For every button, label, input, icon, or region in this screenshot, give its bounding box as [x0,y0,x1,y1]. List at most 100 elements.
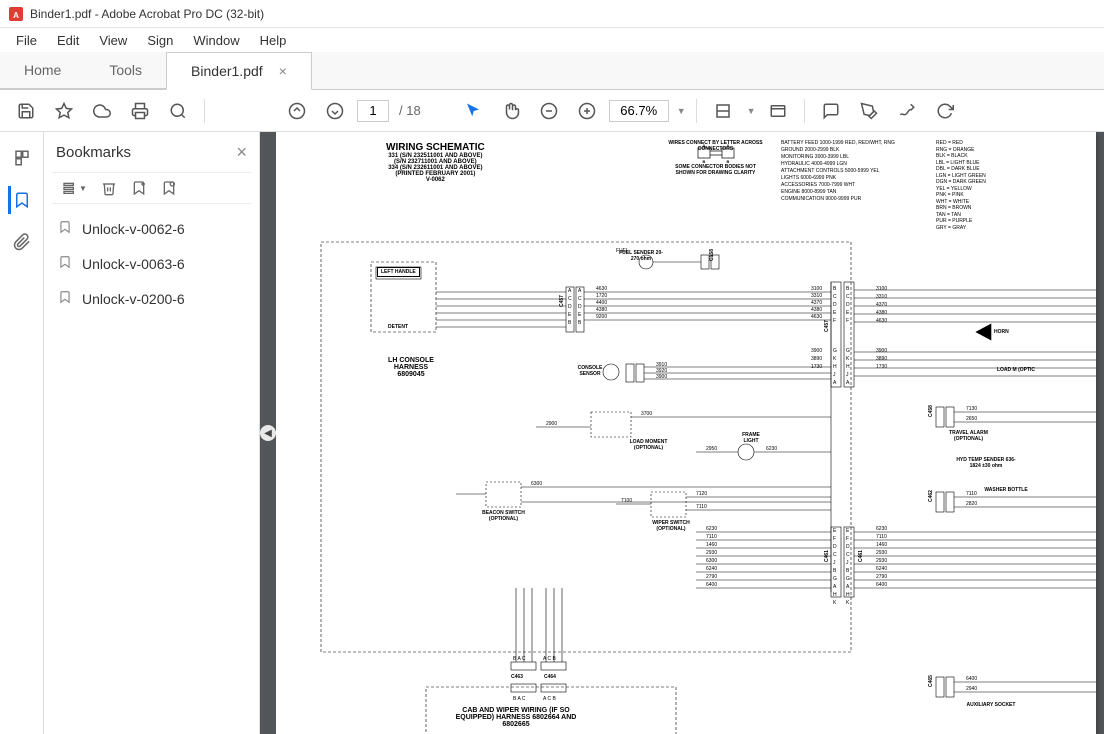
svg-text:E: E [833,528,837,534]
menu-sign[interactable]: Sign [139,31,181,50]
bookmark-label: Unlock-v-0200-6 [82,291,185,307]
bookmark-item[interactable]: Unlock-v-0062-6 [52,216,251,241]
tab-document[interactable]: Binder1.pdf × [166,52,312,90]
fit-dropdown-icon[interactable]: ▼ [747,106,756,116]
document-viewport[interactable]: WIRING SCHEMATIC 331 (S/N 232511001 AND … [276,132,1104,734]
page-up-button[interactable] [281,95,313,127]
svg-text:A C B: A C B [543,696,556,702]
zoom-dropdown-icon[interactable]: ▼ [677,106,686,116]
svg-text:4630: 4630 [876,318,887,324]
page-number-input[interactable] [357,100,389,122]
svg-text:2900: 2900 [546,421,557,427]
svg-text:1720: 1720 [596,293,607,299]
svg-text:E: E [578,312,582,318]
menu-window[interactable]: Window [185,31,247,50]
attachments-button[interactable] [8,228,36,256]
zoom-out-button[interactable] [533,95,565,127]
comment-button[interactable] [815,95,847,127]
svg-text:4380: 4380 [596,307,607,313]
svg-text:K: K [846,600,850,606]
fit-width-button[interactable] [707,95,739,127]
tab-tools[interactable]: Tools [85,51,166,89]
svg-text:1460: 1460 [706,542,717,548]
svg-text:2940: 2940 [966,686,977,692]
menu-help[interactable]: Help [252,31,295,50]
svg-text:F: F [846,318,849,324]
svg-text:E: E [846,528,850,534]
highlight-button[interactable] [853,95,885,127]
save-button[interactable] [10,95,42,127]
bookmark-item[interactable]: Unlock-v-0200-6 [52,286,251,311]
svg-text:3100: 3100 [876,286,887,292]
svg-text:6230: 6230 [766,446,777,452]
tab-bar: Home Tools Binder1.pdf × [0,52,1104,90]
zoom-in-button[interactable] [571,95,603,127]
svg-text:7110: 7110 [876,534,887,540]
svg-text:6230: 6230 [706,526,717,532]
menu-file[interactable]: File [8,31,45,50]
tab-home[interactable]: Home [0,51,85,89]
hand-tool[interactable] [495,95,527,127]
svg-text:D: D [846,544,850,550]
bookmark-options-button[interactable]: ▼ [62,180,87,196]
svg-text:4380: 4380 [811,307,822,313]
bookmark-item[interactable]: Unlock-v-0063-6 [52,251,251,276]
left-rail [0,132,44,734]
collapse-handle[interactable]: ◀ [260,132,276,734]
tab-close-icon[interactable]: × [279,63,287,79]
svg-text:1730: 1730 [811,364,822,370]
svg-text:K: K [833,600,837,606]
menu-edit[interactable]: Edit [49,31,87,50]
read-mode-button[interactable] [762,95,794,127]
rotate-button[interactable] [929,95,961,127]
svg-text:7110: 7110 [696,504,707,510]
tab-document-label: Binder1.pdf [191,63,263,79]
find-bookmark-button[interactable] [161,180,177,196]
svg-text:3900: 3900 [876,348,887,354]
svg-text:3700: 3700 [641,411,652,417]
pointer-tool[interactable] [457,95,489,127]
svg-text:H: H [833,592,837,598]
sign-button[interactable] [891,95,923,127]
svg-text:6300: 6300 [706,558,717,564]
bookmarks-rail-button[interactable] [8,186,36,214]
svg-text:B: B [846,568,850,574]
svg-text:J: J [846,560,849,566]
svg-text:C: C [846,294,850,300]
chevron-left-icon: ◀ [260,425,276,441]
svg-text:C: C [833,552,837,558]
bookmarks-panel: Bookmarks × ▼ Unlock-v-0062-6 Unlock-v-0… [44,132,260,734]
print-button[interactable] [124,95,156,127]
svg-text:2650: 2650 [966,416,977,422]
pdf-icon: A [8,6,24,22]
delete-bookmark-button[interactable] [101,180,117,196]
zoom-input[interactable] [609,100,669,122]
svg-text:6240: 6240 [706,566,717,572]
svg-text:9200: 9200 [596,314,607,320]
svg-text:B: B [846,286,850,292]
svg-text:1730: 1730 [876,364,887,370]
svg-text:B: B [833,286,837,292]
page-down-button[interactable] [319,95,351,127]
search-button[interactable] [162,95,194,127]
close-panel-icon[interactable]: × [236,142,247,163]
cloud-button[interactable] [86,95,118,127]
svg-text:E: E [568,312,572,318]
svg-text:2930: 2930 [876,550,887,556]
bookmarks-title: Bookmarks [56,144,131,161]
svg-text:7120: 7120 [696,491,707,497]
thumbnails-button[interactable] [8,144,36,172]
menu-view[interactable]: View [91,31,135,50]
svg-text:B: B [578,320,582,326]
bookmark-label: Unlock-v-0063-6 [82,256,185,272]
bookmark-icon [58,290,72,307]
svg-text:2790: 2790 [706,574,717,580]
star-button[interactable] [48,95,80,127]
svg-text:2930: 2930 [876,558,887,564]
svg-text:A C B: A C B [543,656,556,662]
page-total: / 18 [399,103,421,118]
svg-text:3310: 3310 [811,293,822,299]
new-bookmark-button[interactable] [131,180,147,196]
svg-text:6230: 6230 [876,526,887,532]
svg-text:H: H [846,364,850,370]
